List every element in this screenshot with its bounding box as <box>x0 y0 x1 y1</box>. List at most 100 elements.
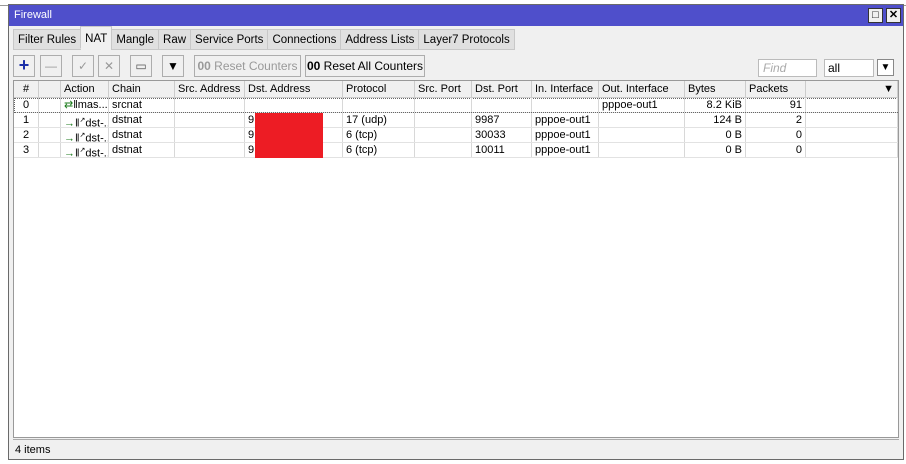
redaction-box <box>255 113 323 158</box>
tab-mangle[interactable]: Mangle <box>111 29 160 50</box>
cell-action: →‖↗dst-... <box>61 128 109 142</box>
column-header-flags[interactable] <box>39 81 61 97</box>
cell-chain: dstnat <box>109 128 175 142</box>
table-row[interactable]: 0 ⇄‖ mas... srcnat pppoe-out1 8.2 KiB 91 <box>14 98 898 113</box>
chevron-down-icon: ▼ <box>880 62 891 73</box>
cell-action: →‖↗dst-... <box>61 113 109 127</box>
cell-src-port <box>415 128 472 142</box>
cell-flags <box>39 113 61 127</box>
tab-nat[interactable]: NAT <box>80 26 113 49</box>
table-row[interactable]: 3→‖↗dst-...dstnat96 (tcp)10011pppoe-out1… <box>14 143 898 158</box>
tab-bar: Filter Rules NAT Mangle Raw Service Ports Con… <box>13 26 515 50</box>
table-header: # Action Chain Src. Address Dst. Address Prot… <box>14 81 898 98</box>
close-button[interactable]: ✕ <box>886 8 901 23</box>
disable-button[interactable]: ✕ <box>98 55 120 77</box>
filter-button[interactable]: ▼ <box>162 55 184 77</box>
cell-protocol <box>343 98 415 112</box>
cell-src <box>175 128 245 142</box>
tab-address-lists[interactable]: Address Lists <box>340 29 420 50</box>
cell-num: 0 <box>14 98 39 112</box>
cell-src-port <box>415 98 472 112</box>
column-header-out-interface[interactable]: Out. Interface <box>599 81 685 97</box>
find-input[interactable]: Find <box>758 59 817 77</box>
dropdown-button[interactable]: ▼ <box>877 59 894 76</box>
cell-in-if: pppoe-out1 <box>532 113 599 127</box>
cell-flags <box>806 98 898 112</box>
reset-all-counters-button[interactable]: 00 Reset All Counters <box>305 55 425 77</box>
action-label: dst-... <box>85 117 108 127</box>
cell-packets: 91 <box>746 98 806 112</box>
action-label: mas... <box>77 99 108 111</box>
remove-button[interactable]: — <box>40 55 62 77</box>
x-icon: ✕ <box>103 59 115 73</box>
filter-select[interactable]: all <box>824 59 874 77</box>
column-menu-button[interactable]: ▼ <box>806 81 898 97</box>
firewall-window: Firewall □ ✕ Filter Rules NAT Mangle Raw Ser… <box>8 4 904 460</box>
cell-src-port <box>415 143 472 157</box>
dst-nat-icon: →‖↗ <box>64 117 86 127</box>
column-header-action[interactable]: Action <box>61 81 109 97</box>
cell-src <box>175 113 245 127</box>
reset-all-counters-label: Reset All Counters <box>323 59 424 73</box>
cell-bytes: 8.2 KiB <box>685 98 746 112</box>
table-row[interactable]: 1→‖↗dst-...dstnat917 (udp)9987pppoe-out1… <box>14 113 898 128</box>
cell-action: ⇄‖ mas... <box>61 98 109 112</box>
nat-table: # Action Chain Src. Address Dst. Address Prot… <box>13 80 899 438</box>
cell-out-if: pppoe-out1 <box>599 98 685 112</box>
column-header-src-port[interactable]: Src. Port <box>415 81 472 97</box>
cell-packets: 0 <box>746 128 806 142</box>
window-title: Firewall <box>14 9 52 21</box>
cell-flags <box>39 143 61 157</box>
cell-out-if <box>599 128 685 142</box>
cell-in-if: pppoe-out1 <box>532 143 599 157</box>
cell-flags <box>806 128 898 142</box>
tab-layer7-protocols[interactable]: Layer7 Protocols <box>418 29 515 50</box>
cell-dst <box>245 98 343 112</box>
tab-raw[interactable]: Raw <box>158 29 192 50</box>
reset-counters-label: Reset Counters <box>214 59 298 73</box>
column-header--[interactable]: # <box>14 81 39 97</box>
tab-filter-rules[interactable]: Filter Rules <box>13 29 82 50</box>
column-header-dst-address[interactable]: Dst. Address <box>245 81 343 97</box>
column-header-protocol[interactable]: Protocol <box>343 81 415 97</box>
cell-dst-port: 30033 <box>472 128 532 142</box>
column-header-chain[interactable]: Chain <box>109 81 175 97</box>
table-row[interactable]: 2→‖↗dst-...dstnat96 (tcp)30033pppoe-out1… <box>14 128 898 143</box>
tab-service-ports[interactable]: Service Ports <box>190 29 269 50</box>
minus-icon: — <box>45 59 57 73</box>
cell-flags <box>39 98 61 112</box>
enable-button[interactable]: ✓ <box>72 55 94 77</box>
cell-flags <box>806 143 898 157</box>
column-header-bytes[interactable]: Bytes <box>685 81 746 97</box>
cell-chain: srcnat <box>109 98 175 112</box>
reset-counters-button[interactable]: 00 Reset Counters <box>194 55 301 77</box>
cell-src <box>175 143 245 157</box>
action-label: dst-... <box>85 132 108 142</box>
add-button[interactable]: + <box>13 55 35 77</box>
cell-protocol: 6 (tcp) <box>343 143 415 157</box>
comment-button[interactable]: ▭ <box>130 55 152 77</box>
title-bar[interactable]: Firewall □ ✕ <box>9 5 903 26</box>
cell-chain: dstnat <box>109 113 175 127</box>
cell-flags <box>806 113 898 127</box>
column-header-in-interface[interactable]: In. Interface <box>532 81 599 97</box>
cell-out-if <box>599 143 685 157</box>
cell-in-if: pppoe-out1 <box>532 128 599 142</box>
chevron-down-icon: ▼ <box>883 83 894 95</box>
tab-connections[interactable]: Connections <box>267 29 342 50</box>
column-header-dst-port[interactable]: Dst. Port <box>472 81 532 97</box>
column-header-src-address[interactable]: Src. Address <box>175 81 245 97</box>
column-header-packets[interactable]: Packets <box>746 81 806 97</box>
comment-icon: ▭ <box>135 59 147 73</box>
plus-icon: + <box>18 55 30 75</box>
cell-out-if <box>599 113 685 127</box>
cell-num: 3 <box>14 143 39 157</box>
cell-bytes: 0 B <box>685 128 746 142</box>
cell-dst-port: 10011 <box>472 143 532 157</box>
cell-num: 1 <box>14 113 39 127</box>
cell-protocol: 17 (udp) <box>343 113 415 127</box>
cell-protocol: 6 (tcp) <box>343 128 415 142</box>
maximize-button[interactable]: □ <box>868 8 883 23</box>
dst-nat-icon: →‖↗ <box>64 132 86 142</box>
status-bar: 4 items <box>13 439 899 459</box>
